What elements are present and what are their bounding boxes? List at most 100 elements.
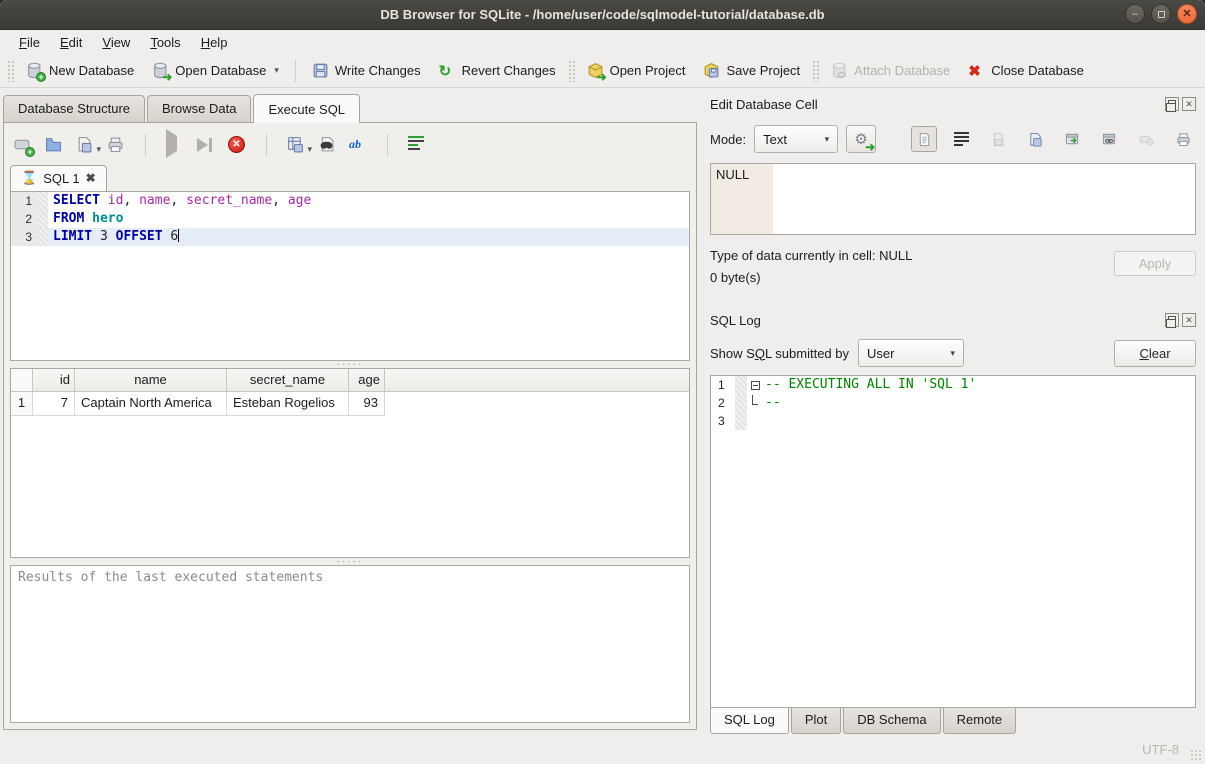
tab-database-structure[interactable]: Database Structure xyxy=(3,95,145,122)
encoding-indicator[interactable]: UTF-8 xyxy=(1142,742,1179,757)
text-cursor xyxy=(178,229,179,242)
close-button[interactable]: ✕ xyxy=(1177,4,1197,24)
column-header-name[interactable]: name xyxy=(75,369,227,392)
results-header-row: id name secret_name age xyxy=(11,369,689,392)
open-sql-file-button[interactable] xyxy=(45,136,63,154)
stop-sql-button[interactable]: ✕ xyxy=(228,136,246,154)
editor-line: 2 FROM hero xyxy=(11,210,689,228)
cell-secret-name[interactable]: Esteban Rogelios xyxy=(227,392,349,416)
save-project-button[interactable]: Save Project xyxy=(694,58,809,83)
save-results-dropdown-icon[interactable]: ▾ xyxy=(307,144,312,158)
column-header-age[interactable]: age xyxy=(349,369,385,392)
fold-marker[interactable] xyxy=(747,376,763,394)
sql-editor-tab-bar: ⌛ SQL 1 ✖ xyxy=(10,163,690,191)
dock-float-button[interactable] xyxy=(1165,313,1179,327)
splitter-handle[interactable]: ····· xyxy=(10,361,690,368)
maximize-icon xyxy=(1158,11,1165,18)
print-cell-button[interactable] xyxy=(1170,126,1196,152)
tab-browse-data[interactable]: Browse Data xyxy=(147,95,251,122)
revert-changes-button[interactable]: ↻ Revert Changes xyxy=(430,58,565,83)
main-area: Database Structure Browse Data Execute S… xyxy=(0,88,1205,734)
cell-null-indicator: NULL xyxy=(711,164,773,234)
results-table[interactable]: id name secret_name age 1 7 Captain Nort… xyxy=(10,368,690,558)
table-row[interactable]: 1 7 Captain North America Esteban Rogeli… xyxy=(11,392,689,416)
maximize-button[interactable] xyxy=(1151,4,1171,24)
row-number[interactable]: 1 xyxy=(11,392,33,416)
open-database-dropdown-icon[interactable]: ▾ xyxy=(274,65,279,79)
word-wrap-button[interactable] xyxy=(948,126,974,152)
mode-value: Text xyxy=(763,132,787,147)
tab-db-schema[interactable]: DB Schema xyxy=(843,708,940,734)
open-project-button[interactable]: ➜ Open Project xyxy=(578,58,695,83)
menu-file[interactable]: File xyxy=(10,33,49,52)
sql-toolbar: + ▾ ✕ xyxy=(10,129,690,161)
clear-button[interactable]: Clear xyxy=(1114,340,1196,367)
menu-help[interactable]: Help xyxy=(192,33,237,52)
menu-view[interactable]: View xyxy=(93,33,139,52)
menu-edit[interactable]: Edit xyxy=(51,33,91,52)
dock-float-button[interactable] xyxy=(1165,97,1179,111)
sql-editor[interactable]: 1 SELECT id, name, secret_name, age 2 FR… xyxy=(10,191,690,361)
log-text: -- EXECUTING ALL IN 'SQL 1' xyxy=(763,376,1195,394)
mode-select[interactable]: Text ▾ xyxy=(754,125,838,153)
column-header-id[interactable]: id xyxy=(33,369,75,392)
tab-plot[interactable]: Plot xyxy=(791,708,841,734)
open-project-icon: ➜ xyxy=(587,62,604,79)
toolbar-grip[interactable] xyxy=(7,60,14,82)
cell-value-area[interactable] xyxy=(773,164,1195,234)
toolbar-grip[interactable] xyxy=(812,60,819,82)
sql1-tab[interactable]: ⌛ SQL 1 ✖ xyxy=(10,165,107,191)
copy-link-button[interactable] xyxy=(1096,126,1122,152)
tab-remote[interactable]: Remote xyxy=(943,708,1017,734)
splitter-handle[interactable]: ····· xyxy=(10,558,690,565)
cell-id[interactable]: 7 xyxy=(33,392,75,416)
dock-close-button[interactable]: ✕ xyxy=(1182,97,1196,111)
fold-marker xyxy=(747,412,763,430)
sql1-tab-close-icon[interactable]: ✖ xyxy=(86,171,96,185)
cell-age[interactable]: 93 xyxy=(349,392,385,416)
cell-value-editor[interactable]: NULL xyxy=(710,163,1196,235)
title-bar: DB Browser for SQLite - /home/user/code/… xyxy=(0,0,1205,30)
bottom-tab-bar: SQL Log Plot DB Schema Remote xyxy=(710,708,1196,734)
toolbar-grip[interactable] xyxy=(568,60,575,82)
arrow-icon: ➜ xyxy=(865,142,875,152)
submitted-by-select[interactable]: User ▾ xyxy=(858,339,964,367)
minimize-button[interactable]: – xyxy=(1125,4,1145,24)
save-sql-dropdown-icon[interactable]: ▾ xyxy=(96,144,101,158)
export-cell-button[interactable] xyxy=(1022,126,1048,152)
code-line: LIMIT 3 OFFSET 6 xyxy=(48,228,689,246)
dock-close-button[interactable]: ✕ xyxy=(1182,313,1196,327)
new-sql-tab-button[interactable]: + xyxy=(14,136,32,154)
new-database-button[interactable]: + New Database xyxy=(17,58,143,83)
execute-sql-button xyxy=(166,136,184,154)
corner-header[interactable] xyxy=(11,369,33,392)
save-sql-file-button[interactable]: ▾ xyxy=(76,136,94,154)
print-button[interactable] xyxy=(107,136,125,154)
resize-grip[interactable] xyxy=(1190,749,1202,761)
close-database-button[interactable]: ✖ Close Database xyxy=(959,58,1093,83)
tab-sql-log[interactable]: SQL Log xyxy=(710,708,789,734)
open-database-button[interactable]: ➜ Open Database ▾ xyxy=(143,58,288,83)
cell-name[interactable]: Captain North America xyxy=(75,392,227,416)
format-sql-button[interactable] xyxy=(408,136,426,154)
log-text xyxy=(763,412,1195,430)
main-tab-bar: Database Structure Browse Data Execute S… xyxy=(3,93,703,122)
column-header-secret-name[interactable]: secret_name xyxy=(227,369,349,392)
sql-log-view[interactable]: 1 -- EXECUTING ALL IN 'SQL 1' 2 -- 3 xyxy=(710,375,1196,708)
save-results-button[interactable]: ▾ xyxy=(287,136,305,154)
find-button[interactable] xyxy=(318,136,336,154)
write-changes-button[interactable]: Write Changes xyxy=(303,58,430,83)
text-mode-button[interactable] xyxy=(911,126,937,152)
open-in-external-button[interactable] xyxy=(1059,126,1085,152)
write-changes-icon xyxy=(312,62,329,79)
dock-close-icon: ✕ xyxy=(1185,315,1193,326)
auto-switch-mode-button[interactable]: ⚙ ➜ xyxy=(846,125,876,153)
fold-marker xyxy=(747,394,763,412)
line-number: 1 xyxy=(711,376,735,394)
float-icon xyxy=(1168,100,1176,108)
auto-complete-button[interactable]: ab xyxy=(349,136,367,154)
window-controls: – ✕ xyxy=(1125,4,1197,24)
tab-execute-sql[interactable]: Execute SQL xyxy=(253,94,360,123)
menu-tools[interactable]: Tools xyxy=(141,33,189,52)
log-line: 1 -- EXECUTING ALL IN 'SQL 1' xyxy=(711,376,1195,394)
